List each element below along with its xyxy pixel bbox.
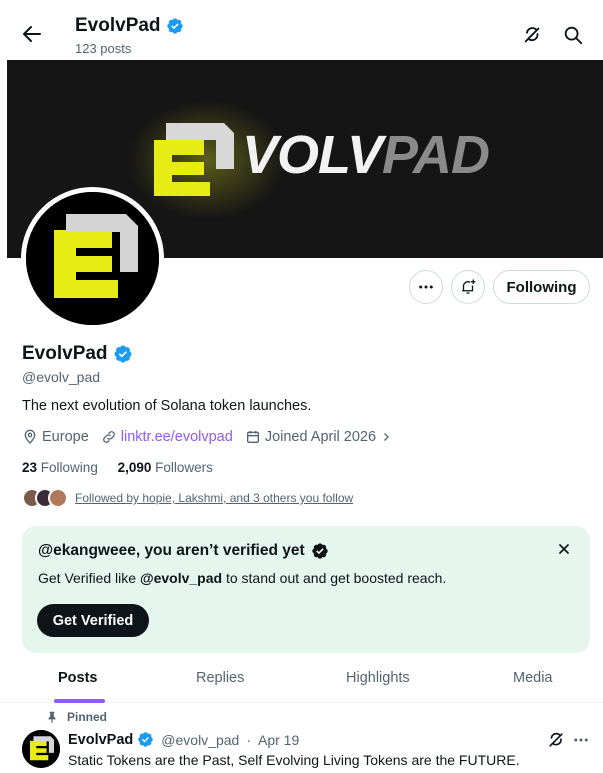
followers-count-link[interactable]: 2,090 Followers: [118, 460, 213, 475]
notifications-button[interactable]: [451, 270, 485, 304]
verified-badge-icon: [113, 344, 133, 364]
chevron-right-icon: [384, 433, 389, 441]
followed-by-text[interactable]: Followed by hopie, Lakshmi, and 3 others…: [75, 491, 353, 505]
profile-name: EvolvPad: [22, 343, 133, 365]
followed-by[interactable]: Followed by hopie, Lakshmi, and 3 others…: [22, 488, 353, 508]
tab-highlights[interactable]: Highlights: [346, 670, 410, 686]
verified-badge-icon: [137, 731, 154, 748]
profile-link[interactable]: linktr.ee/evolvpad: [101, 429, 233, 445]
search-icon[interactable]: [562, 24, 584, 46]
close-icon[interactable]: [556, 541, 572, 557]
profile-handle: @evolv_pad: [22, 369, 101, 385]
post-author-handle[interactable]: @evolv_pad: [161, 732, 239, 748]
back-arrow-icon[interactable]: [20, 22, 44, 46]
post-more-icon[interactable]: [572, 731, 590, 749]
tab-media[interactable]: Media: [513, 670, 553, 686]
evolvpad-logo-icon: [22, 730, 60, 768]
verified-badge-icon: [166, 17, 184, 35]
get-verified-button[interactable]: Get Verified: [37, 604, 149, 637]
following-count-link[interactable]: 23 Following: [22, 460, 98, 475]
profile-tabs: Posts Replies Highlights Media: [0, 655, 603, 703]
grok-icon[interactable]: [521, 24, 543, 46]
tab-replies[interactable]: Replies: [196, 670, 244, 686]
profile-link-text[interactable]: linktr.ee/evolvpad: [121, 429, 233, 445]
more-options-button[interactable]: [409, 270, 443, 304]
post-separator: ·: [246, 731, 251, 748]
link-icon: [102, 431, 115, 443]
banner-logo-text: VOLVPAD: [242, 125, 490, 185]
post-header: EvolvPad @evolv_pad · Apr 19: [68, 731, 299, 748]
header-title: EvolvPad: [75, 15, 184, 37]
grok-icon[interactable]: [546, 730, 566, 750]
profile-name-text: EvolvPad: [22, 343, 108, 364]
pinned-label: Pinned: [45, 710, 107, 724]
top-header: EvolvPad 123 posts: [0, 0, 603, 60]
post-author-avatar[interactable]: [22, 730, 60, 768]
follower-avatar: [48, 488, 68, 508]
verification-text: Get Verified like @evolv_pad to stand ou…: [38, 570, 447, 586]
profile-avatar[interactable]: [21, 187, 164, 330]
banner-logo-mark: [154, 123, 234, 196]
tab-posts[interactable]: Posts: [58, 670, 98, 686]
verification-title: @ekangweee, you aren’t verified yet: [38, 542, 329, 560]
pin-icon: [48, 711, 56, 723]
active-tab-indicator: [54, 699, 105, 703]
location-pin-icon: [24, 429, 36, 444]
more-dots-icon: [419, 285, 433, 289]
verified-badge-icon: [311, 542, 329, 560]
follow-counts: 23 Following 2,090 Followers: [22, 460, 213, 475]
post-author-name[interactable]: EvolvPad: [68, 732, 133, 748]
following-button[interactable]: Following: [493, 270, 590, 304]
location: Europe: [22, 429, 89, 445]
verification-prompt-card: @ekangweee, you aren’t verified yet Get …: [22, 526, 590, 653]
post-count: 123 posts: [75, 41, 132, 56]
joined-date[interactable]: Joined April 2026: [245, 429, 392, 445]
calendar-icon: [246, 431, 259, 443]
profile-meta: Europe linktr.ee/evolvpad Joined April 2…: [22, 429, 404, 445]
bell-plus-icon: [462, 279, 476, 294]
post-date[interactable]: Apr 19: [258, 732, 299, 748]
post-text: Static Tokens are the Past, Self Evolvin…: [68, 752, 520, 768]
evolvpad-logo-icon: [26, 192, 159, 325]
profile-bio: The next evolution of Solana token launc…: [22, 398, 312, 414]
header-title-text: EvolvPad: [75, 15, 161, 36]
